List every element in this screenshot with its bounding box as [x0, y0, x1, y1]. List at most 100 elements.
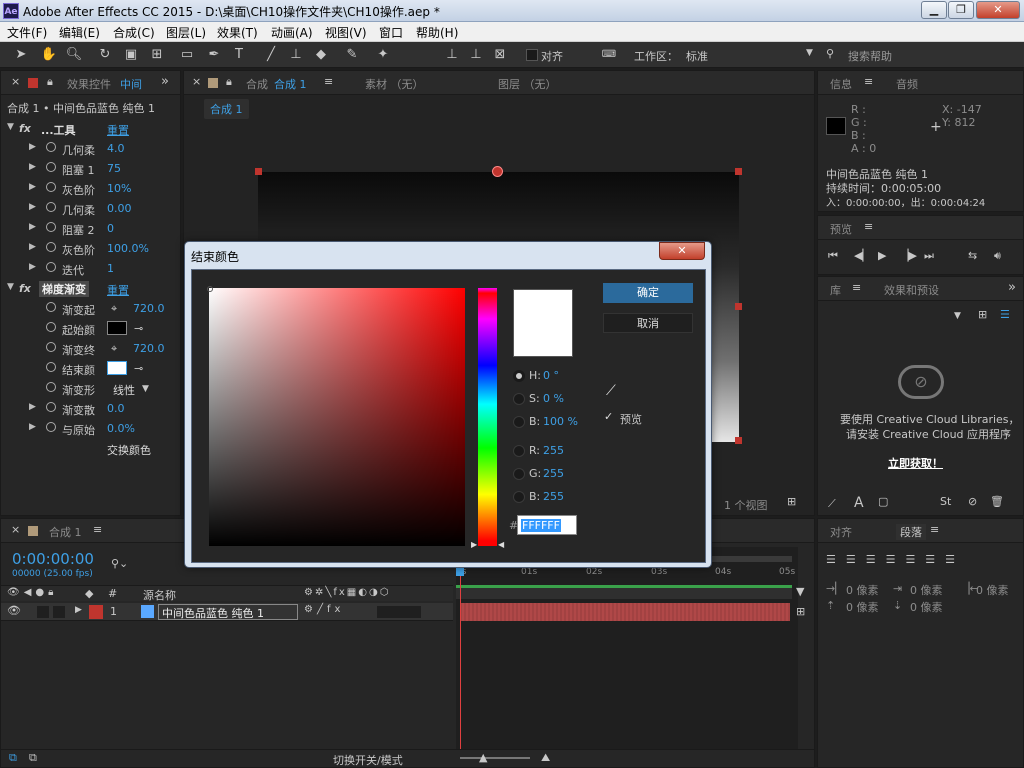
- paragraph-tab[interactable]: 段落: [896, 524, 926, 540]
- brightness-value[interactable]: 100 %: [543, 415, 578, 428]
- hue-slider-left-arrow-icon[interactable]: ▶: [471, 540, 477, 549]
- expand-triangle-icon[interactable]: ▶: [29, 222, 36, 232]
- menu-effect[interactable]: 效果(T): [217, 24, 258, 41]
- expand-triangle-icon[interactable]: ▶: [29, 162, 36, 172]
- preview-tab[interactable]: 预览: [830, 221, 852, 237]
- label-color-swatch[interactable]: [89, 605, 103, 619]
- cc-link-icon[interactable]: ⊘: [968, 495, 977, 508]
- dropdown-arrow-icon[interactable]: ▼: [142, 384, 149, 394]
- timeline-search-icon[interactable]: ⚲⌄: [111, 557, 128, 570]
- stopwatch-icon[interactable]: [46, 302, 56, 312]
- time-graph[interactable]: [456, 547, 798, 767]
- layer-tab[interactable]: 图层 （无）: [498, 76, 557, 92]
- loop-icon[interactable]: ⇆: [968, 249, 977, 262]
- visibility-eye-icon[interactable]: 👁︎: [7, 604, 21, 617]
- space-before-icon[interactable]: ⇡: [826, 599, 835, 612]
- brush-tool-icon[interactable]: ╱: [262, 46, 280, 64]
- fx2-prop-value[interactable]: 720.0: [133, 302, 165, 315]
- menu-window[interactable]: 窗口: [379, 24, 403, 41]
- info-tab[interactable]: 信息: [830, 76, 852, 92]
- restore-button[interactable]: ❐: [948, 1, 974, 19]
- stopwatch-icon[interactable]: [46, 142, 56, 152]
- tab-menu-icon[interactable]: ≡: [864, 220, 873, 233]
- tab-menu-icon[interactable]: ≡: [324, 75, 333, 88]
- solo-switch[interactable]: [53, 606, 65, 618]
- selection-tool-icon[interactable]: ➤: [12, 46, 30, 64]
- cancel-button[interactable]: 取消: [603, 313, 693, 333]
- panel-overflow-icon[interactable]: »: [1008, 280, 1016, 295]
- workspace-dropdown-icon[interactable]: ▼: [806, 48, 813, 58]
- grid-view-icon[interactable]: ⊞: [978, 308, 987, 321]
- ramp-shape-dropdown[interactable]: 线性: [113, 382, 135, 398]
- eraser-tool-icon[interactable]: ◆: [312, 46, 330, 64]
- layer-row[interactable]: 👁︎ ▶ 1 中间色品蓝色 纯色 1 ⚙╱fx: [1, 603, 453, 621]
- toggle-switches-icon[interactable]: ⧉: [9, 751, 17, 765]
- hex-input[interactable]: FFFFFF: [517, 515, 577, 535]
- menu-file[interactable]: 文件(F): [7, 24, 47, 41]
- snap-checkbox[interactable]: [526, 49, 538, 61]
- current-timecode[interactable]: 0:00:00:00: [12, 550, 94, 568]
- stopwatch-icon[interactable]: [46, 222, 56, 232]
- green-value[interactable]: 255: [543, 467, 564, 480]
- type-tool-icon[interactable]: T: [230, 46, 248, 64]
- bounding-handle[interactable]: [255, 168, 262, 175]
- close-tab-icon[interactable]: ×: [11, 75, 20, 88]
- fx1-prop-value[interactable]: 4.0: [107, 142, 125, 155]
- shape-icon[interactable]: ▢: [878, 495, 888, 508]
- saturation-value[interactable]: 0 %: [543, 392, 564, 405]
- bounding-handle[interactable]: [735, 168, 742, 175]
- view-count-dropdown[interactable]: 1 个视图: [724, 497, 768, 513]
- indent-first-value[interactable]: 0 像素: [910, 582, 943, 598]
- previous-frame-icon[interactable]: ◀▏: [854, 249, 871, 262]
- alignment-buttons-icon[interactable]: ☰☰☰☰☰☰☰: [826, 553, 965, 566]
- layer-marker-icon[interactable]: ⊞: [796, 605, 805, 618]
- axis-world-icon[interactable]: ⊥: [467, 46, 485, 64]
- fx1-reset-link[interactable]: 重置: [107, 122, 129, 138]
- expand-triangle-icon[interactable]: ▶: [29, 202, 36, 212]
- space-before-value[interactable]: 0 像素: [846, 599, 879, 615]
- hue-slider-right-arrow-icon[interactable]: ◀: [498, 540, 504, 549]
- eyedropper-icon[interactable]: ⊸: [134, 362, 143, 375]
- minimize-button[interactable]: ▁: [921, 1, 947, 19]
- fx1-prop-value[interactable]: 75: [107, 162, 121, 175]
- stock-icon[interactable]: St: [940, 495, 951, 508]
- lock-icon[interactable]: 🔒︎: [226, 75, 232, 89]
- workspace-value[interactable]: 标准: [686, 48, 708, 64]
- stopwatch-icon[interactable]: [46, 322, 56, 332]
- menu-animation[interactable]: 动画(A): [271, 24, 313, 41]
- character-icon[interactable]: A: [854, 495, 864, 511]
- list-view-icon[interactable]: ☰: [1000, 308, 1010, 321]
- footage-tab[interactable]: 素材 （无）: [365, 76, 424, 92]
- fx2-prop-value[interactable]: 720.0: [133, 342, 165, 355]
- zoom-tool-icon[interactable]: 🔍︎: [65, 46, 83, 64]
- crosshair-icon[interactable]: ⌖: [111, 302, 117, 316]
- fx1-prop-value[interactable]: 0: [107, 222, 114, 235]
- layer-switches-icons[interactable]: ⚙╱fx: [304, 604, 344, 615]
- library-dropdown-icon[interactable]: ▼: [954, 311, 961, 321]
- play-icon[interactable]: ▶: [878, 249, 886, 262]
- bounding-handle[interactable]: [735, 437, 742, 444]
- stopwatch-icon[interactable]: [46, 162, 56, 172]
- saturation-radio[interactable]: [513, 393, 525, 405]
- last-frame-icon[interactable]: ⏭: [924, 249, 934, 263]
- close-button[interactable]: ✕: [976, 1, 1020, 19]
- stopwatch-icon[interactable]: [46, 422, 56, 432]
- close-tab-icon[interactable]: ×: [11, 523, 20, 536]
- expand-triangle-icon[interactable]: ▶: [29, 402, 36, 412]
- toggle-switches-modes-button[interactable]: 切换开关/模式: [333, 752, 403, 768]
- dialog-close-button[interactable]: ✕: [659, 242, 705, 260]
- blue-value[interactable]: 255: [543, 490, 564, 503]
- hand-tool-icon[interactable]: ✋: [40, 46, 58, 64]
- preview-checkbox[interactable]: ✓: [604, 410, 613, 423]
- expand-triangle-icon[interactable]: ▶: [29, 262, 36, 272]
- expand-triangle-icon[interactable]: ▶: [29, 242, 36, 252]
- effects-presets-tab[interactable]: 效果和预设: [884, 282, 939, 298]
- tab-menu-icon[interactable]: ≡: [930, 523, 939, 536]
- crosshair-icon[interactable]: ⌖: [111, 342, 117, 356]
- fx2-prop-value[interactable]: 0.0%: [107, 422, 135, 435]
- trash-icon[interactable]: 🗑︎: [990, 495, 1004, 508]
- layer-name[interactable]: 中间色品蓝色 纯色 1: [158, 604, 298, 620]
- fx1-prop-value[interactable]: 100.0%: [107, 242, 149, 255]
- end-color-swatch[interactable]: [107, 361, 127, 375]
- pan-behind-tool-icon[interactable]: ⊞: [148, 46, 166, 64]
